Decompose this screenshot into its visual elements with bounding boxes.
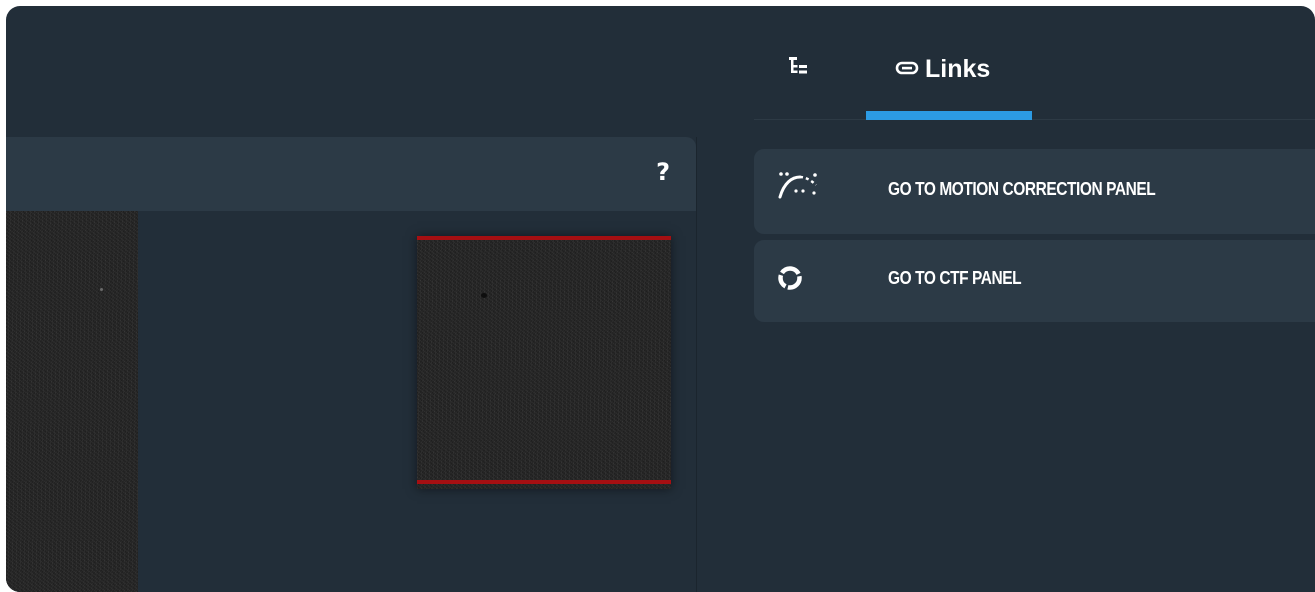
tab-links[interactable]: Links (866, 6, 1032, 120)
go-to-ctf-button[interactable]: GO TO CTF PANEL (754, 240, 1315, 322)
thumbnail-bottom-border (417, 480, 671, 484)
micrograph-particle (100, 288, 103, 291)
active-tab-indicator (866, 111, 1032, 120)
link-icon (895, 60, 919, 80)
viewer-panel-header: ? (6, 137, 696, 211)
particle-thumbnail[interactable] (417, 236, 671, 489)
sidebar-tabs: Links (754, 6, 1315, 120)
micrograph-image (6, 211, 138, 592)
viewer-panel: ? (6, 137, 696, 592)
motion-correction-icon (776, 169, 820, 209)
ctf-link-label: GO TO CTF PANEL (888, 268, 1022, 288)
thumbnail-particle (481, 293, 487, 298)
go-to-motion-correction-button[interactable]: GO TO MOTION CORRECTION PANEL (754, 149, 1315, 234)
tab-links-label: Links (925, 55, 991, 83)
app-window: ? Links GO TO MOTION CORRECTION PANEL GO… (6, 6, 1315, 592)
thumbnail-top-border (417, 236, 671, 240)
tab-tree[interactable] (787, 56, 823, 86)
motion-correction-link-label: GO TO MOTION CORRECTION PANEL (888, 179, 1156, 199)
tree-icon (787, 57, 811, 84)
ctf-icon (776, 264, 804, 296)
help-button[interactable]: ? (656, 157, 670, 187)
panel-divider (696, 137, 697, 592)
